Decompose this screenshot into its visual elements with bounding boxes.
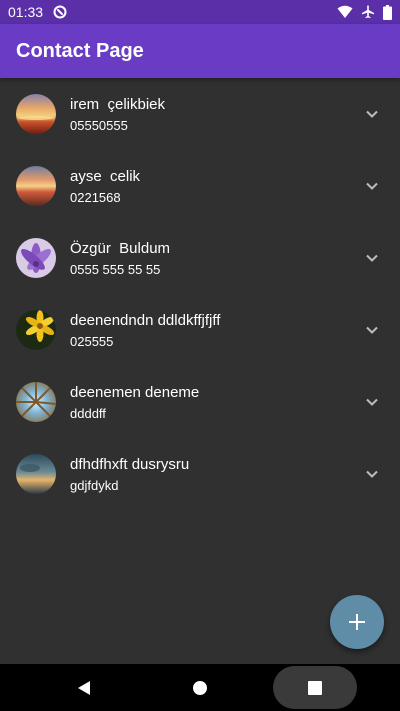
back-icon[interactable] xyxy=(76,680,92,696)
airplane-mode-icon xyxy=(362,5,374,19)
contact-avatar xyxy=(16,166,56,206)
contact-name: irem çelikbiek xyxy=(70,96,166,113)
contact-phone: 0221568 xyxy=(70,190,121,205)
contact-phone: 025555 xyxy=(70,334,114,349)
app-bar: Contact Page xyxy=(0,24,400,78)
contact-name: dfhdfhxft dusrysru xyxy=(70,456,190,473)
chevron-down-icon[interactable] xyxy=(364,322,380,338)
contact-name: deenemen deneme xyxy=(70,384,200,401)
chevron-down-icon[interactable] xyxy=(364,466,380,482)
page-title: Contact Page xyxy=(16,40,144,62)
contact-avatar xyxy=(16,382,56,422)
contact-phone: gdjfdykd xyxy=(70,478,119,493)
chevron-down-icon[interactable] xyxy=(364,106,380,122)
contact-row[interactable]: dfhdfhxft dusrysru gdjfdykd xyxy=(0,438,400,510)
contact-row[interactable]: deenendndn ddldkffjfjff 025555 xyxy=(0,294,400,366)
contact-avatar xyxy=(16,94,56,134)
contact-avatar xyxy=(16,238,56,278)
chevron-down-icon[interactable] xyxy=(364,394,380,410)
contact-row[interactable]: ayse celik 0221568 xyxy=(0,150,400,222)
contact-name: Özgür Buldum xyxy=(70,240,171,257)
chevron-down-icon[interactable] xyxy=(364,178,380,194)
status-time: 01:33 xyxy=(8,4,44,20)
battery-icon xyxy=(383,4,392,20)
contact-list: irem çelikbiek 05550555 ayse celik 02215… xyxy=(0,78,400,510)
plus-icon xyxy=(349,614,365,630)
contact-row[interactable]: deenemen deneme ddddff xyxy=(0,366,400,438)
contact-name: deenendndn ddldkffjfjff xyxy=(70,312,221,329)
status-bar: 01:33 xyxy=(0,0,400,24)
contact-name: ayse celik xyxy=(70,168,141,185)
contact-row[interactable]: irem çelikbiek 05550555 xyxy=(0,78,400,150)
contact-avatar xyxy=(16,454,56,494)
system-nav-bar xyxy=(0,664,400,711)
contact-phone: 0555 555 55 55 xyxy=(70,262,161,277)
app-notification-icon xyxy=(53,5,67,19)
contact-avatar xyxy=(16,310,56,350)
contact-row[interactable]: Özgür Buldum 0555 555 55 55 xyxy=(0,222,400,294)
home-icon[interactable] xyxy=(192,680,208,696)
contact-phone: 05550555 xyxy=(70,118,128,133)
wifi-icon xyxy=(337,5,353,18)
add-contact-button[interactable] xyxy=(330,595,384,649)
chevron-down-icon[interactable] xyxy=(364,250,380,266)
contact-phone: ddddff xyxy=(70,406,106,421)
recents-icon xyxy=(308,681,322,695)
recents-button[interactable] xyxy=(273,666,357,709)
status-icons xyxy=(337,4,392,20)
